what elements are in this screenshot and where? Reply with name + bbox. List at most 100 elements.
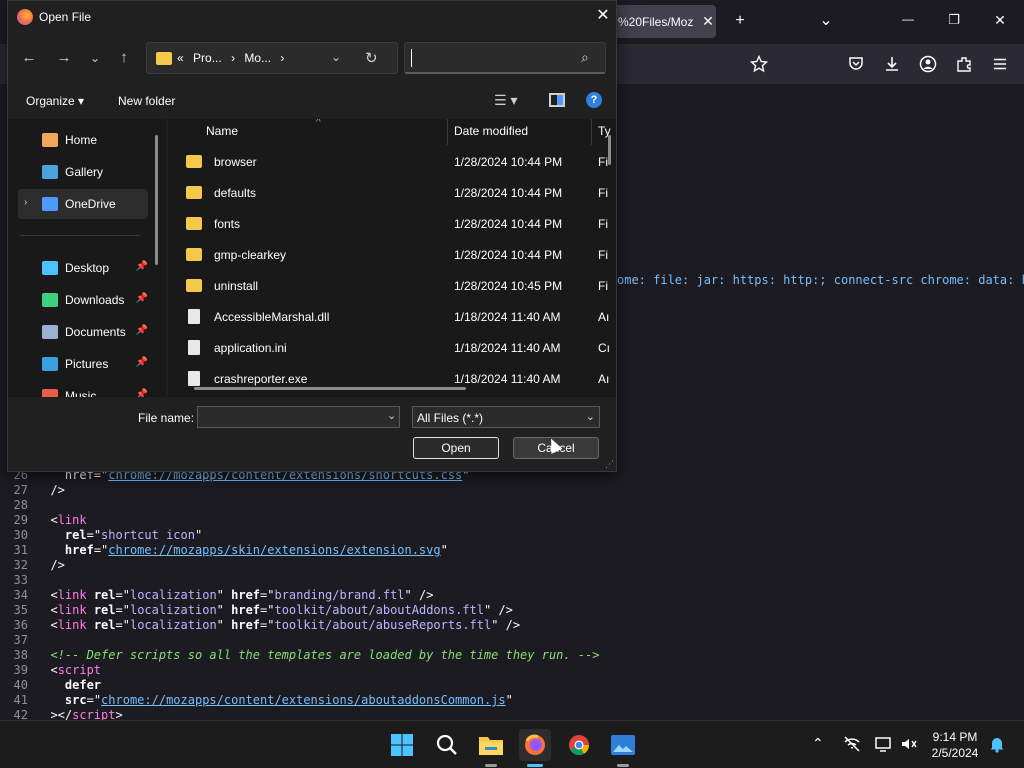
extensions-icon[interactable]: [955, 55, 973, 73]
file-type-select[interactable]: All Files (*.*) ⌄: [412, 406, 600, 428]
menu-icon[interactable]: [991, 55, 1009, 73]
search-input[interactable]: [411, 49, 571, 67]
file-row[interactable]: uninstall 1/28/2024 10:45 PM Fi: [180, 271, 610, 302]
code-token: =": [115, 588, 130, 602]
line-number: 39: [13, 663, 28, 677]
column-divider[interactable]: [447, 119, 448, 145]
search-icon[interactable]: [431, 729, 463, 761]
nav-scrollbar[interactable]: [155, 135, 158, 265]
minimize-icon[interactable]: —: [898, 12, 918, 26]
nav-item-music[interactable]: Music 📌: [18, 381, 148, 397]
file-name: defaults: [214, 186, 257, 200]
nav-item-home[interactable]: Home: [18, 125, 148, 155]
maximize-icon[interactable]: ❐: [944, 12, 964, 28]
search-icon[interactable]: ⌕: [581, 49, 589, 66]
column-name[interactable]: Name: [206, 124, 238, 138]
file-row[interactable]: fonts 1/28/2024 10:44 PM Fi: [180, 209, 610, 240]
file-row[interactable]: crashreporter.exe 1/18/2024 11:40 AM Aı: [180, 364, 610, 395]
resize-grip-icon[interactable]: ⋰: [605, 459, 614, 470]
open-button[interactable]: Open: [413, 437, 499, 459]
address-dropdown-icon[interactable]: ⌄: [331, 50, 341, 64]
chrome-icon[interactable]: [563, 729, 595, 761]
file-name-dropdown-icon[interactable]: ⌄: [387, 409, 396, 422]
file-explorer-icon[interactable]: [475, 729, 507, 767]
breadcrumb-item[interactable]: Pro...: [193, 51, 222, 65]
line-number: 33: [13, 573, 28, 587]
breadcrumb-overflow[interactable]: «: [177, 51, 184, 65]
back-icon[interactable]: ←: [18, 47, 40, 69]
file-row[interactable]: application.ini 1/18/2024 11:40 AM Cı: [180, 333, 610, 364]
breadcrumb-separator[interactable]: ›: [231, 51, 235, 65]
code-line: 36 <link rel="localization" href="toolki…: [0, 618, 521, 633]
recent-locations-icon[interactable]: ⌄: [84, 47, 106, 69]
tab-active[interactable]: %20Files/Moz ✕: [612, 5, 716, 38]
file-name-input[interactable]: [197, 406, 400, 428]
new-tab-icon[interactable]: +: [730, 12, 750, 30]
pin-icon: 📌: [135, 325, 148, 336]
code-token: rel: [93, 603, 116, 617]
line-number: 34: [13, 588, 28, 602]
horizontal-scrollbar[interactable]: [194, 387, 466, 390]
breadcrumb-separator[interactable]: ›: [280, 51, 284, 65]
tab-close-icon[interactable]: ✕: [700, 13, 716, 30]
nav-item-downloads[interactable]: Downloads 📌: [18, 285, 148, 315]
star-icon[interactable]: [750, 55, 768, 73]
code-link[interactable]: chrome://mozapps/content/extensions/abou…: [101, 693, 506, 707]
file-row[interactable]: AccessibleMarshal.dll 1/18/2024 11:40 AM A…: [180, 302, 610, 333]
file-row[interactable]: gmp-clearkey 1/28/2024 10:44 PM Fi: [180, 240, 610, 271]
display-icon[interactable]: [874, 735, 892, 753]
download-icon[interactable]: [883, 55, 901, 73]
tray-chevron-icon[interactable]: ⌃: [812, 735, 824, 752]
start-icon[interactable]: [386, 729, 418, 761]
nav-item-pictures[interactable]: Pictures 📌: [18, 349, 148, 379]
code-token: <: [36, 603, 58, 617]
address-bar[interactable]: « Pro... › Mo... › ⌄ ↻: [146, 42, 398, 74]
vertical-scrollbar[interactable]: [608, 135, 611, 165]
dialog-title-bar[interactable]: Open File ✕: [8, 1, 616, 33]
line-number: 41: [13, 693, 28, 707]
preview-pane-icon[interactable]: [549, 93, 565, 107]
nav-item-gallery[interactable]: Gallery: [18, 157, 148, 187]
file-row[interactable]: browser 1/28/2024 10:44 PM Fi: [180, 147, 610, 178]
firefox-icon[interactable]: [519, 729, 551, 767]
clock-time: 9:14 PM: [932, 730, 978, 744]
expand-chevron-icon[interactable]: ›: [24, 197, 27, 208]
breadcrumb-item[interactable]: Mo...: [244, 51, 271, 65]
help-icon[interactable]: ?: [586, 92, 602, 108]
line-number: 37: [13, 633, 28, 647]
nav-item-onedrive[interactable]: › OneDrive: [18, 189, 148, 219]
dialog-close-icon[interactable]: ✕: [592, 5, 614, 27]
refresh-icon[interactable]: ↻: [365, 49, 378, 67]
column-divider[interactable]: [591, 119, 592, 145]
volume-icon[interactable]: [900, 735, 918, 753]
nav-item-documents[interactable]: Documents 📌: [18, 317, 148, 347]
window-close-icon[interactable]: ✕: [990, 12, 1010, 29]
gallery-icon: [42, 165, 58, 179]
list-tabs-icon[interactable]: ⌄: [816, 10, 836, 30]
view-options-icon[interactable]: ☰ ▾: [494, 92, 517, 109]
documents-icon: [42, 325, 58, 339]
breadcrumb[interactable]: « Pro... › Mo... ›: [177, 51, 290, 65]
search-box[interactable]: ⌕: [404, 42, 606, 74]
organize-button[interactable]: Organize ▾: [26, 94, 84, 108]
chevron-down-icon[interactable]: ⌄: [586, 410, 595, 423]
network-icon[interactable]: [843, 735, 861, 753]
up-icon[interactable]: ↑: [113, 47, 135, 69]
nav-divider: [20, 235, 140, 236]
photos-icon[interactable]: [607, 729, 639, 767]
command-bar: Organize ▾ New folder ☰ ▾ ?: [8, 87, 616, 117]
forward-icon[interactable]: →: [53, 47, 75, 69]
file-row[interactable]: defaults 1/28/2024 10:44 PM Fi: [180, 178, 610, 209]
nav-item-desktop[interactable]: Desktop 📌: [18, 253, 148, 283]
clock-date: 2/5/2024: [931, 746, 979, 760]
code-token: rel: [93, 618, 116, 632]
account-icon[interactable]: [919, 55, 937, 73]
pocket-icon[interactable]: [847, 55, 865, 73]
new-folder-button[interactable]: New folder: [118, 94, 175, 108]
column-date-modified[interactable]: Date modified: [454, 124, 528, 138]
file-name: AccessibleMarshal.dll: [214, 310, 330, 324]
clock[interactable]: 9:14 PM 2/5/2024: [920, 729, 990, 761]
code-link[interactable]: chrome://mozapps/skin/extensions/extensi…: [108, 543, 440, 557]
notification-bell-icon[interactable]: [988, 735, 1006, 753]
